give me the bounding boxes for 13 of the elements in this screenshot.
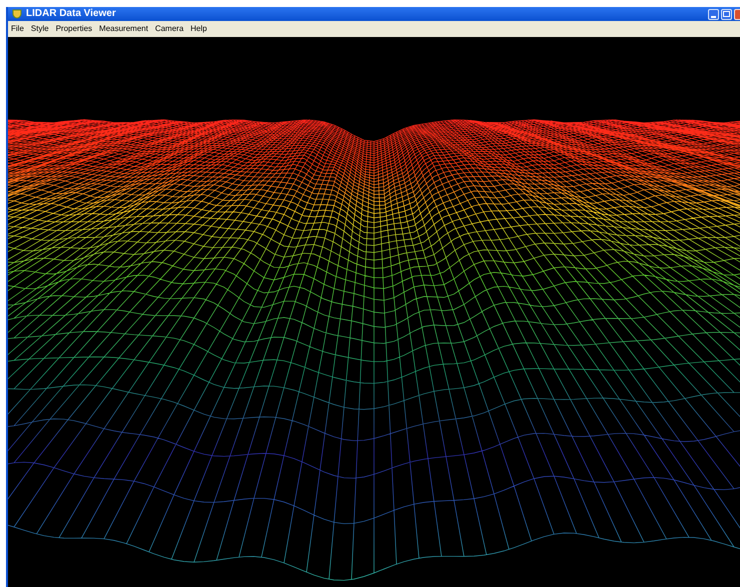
maximize-icon xyxy=(723,11,730,17)
minimize-button[interactable] xyxy=(708,8,719,20)
menu-item[interactable]: Camera xyxy=(155,25,184,33)
app-icon xyxy=(12,9,22,19)
maximize-button[interactable] xyxy=(721,8,732,20)
menu-item[interactable]: Measurement xyxy=(99,25,148,33)
minimize-icon xyxy=(711,16,716,18)
close-button[interactable] xyxy=(734,8,740,20)
window-title: LIDAR Data Viewer xyxy=(26,9,116,19)
menu-item[interactable]: Style xyxy=(30,25,49,33)
menu-item[interactable]: File xyxy=(11,25,24,33)
menu-item[interactable]: Help xyxy=(190,25,207,33)
menu-item[interactable]: Properties xyxy=(56,25,92,33)
